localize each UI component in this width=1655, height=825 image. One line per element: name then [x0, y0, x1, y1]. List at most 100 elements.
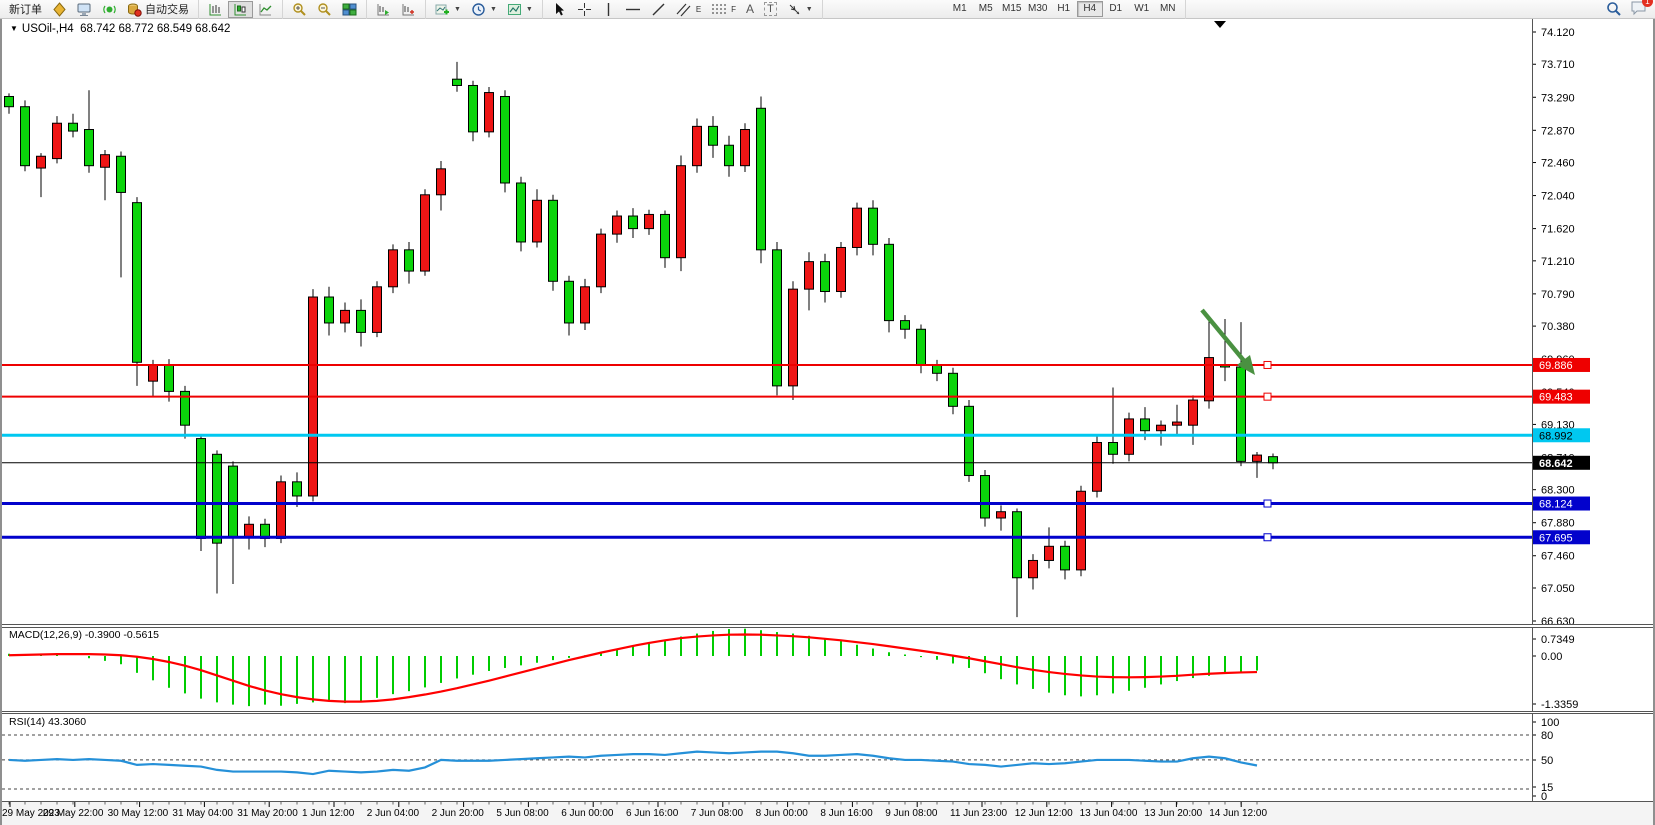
tile-windows-button[interactable] — [337, 1, 362, 18]
search-icon[interactable] — [1606, 1, 1622, 17]
terminal-window-button[interactable] — [72, 1, 97, 18]
bear-candle — [517, 183, 526, 242]
bear-candle — [709, 126, 718, 145]
toolbar-group-objects: E F A T ▼ — [543, 0, 823, 19]
bull-candle — [1029, 560, 1038, 577]
macd-tick-label: 0.00 — [1541, 651, 1562, 663]
horizontal-line-button[interactable] — [620, 1, 646, 18]
price-tick-label: 68.300 — [1541, 485, 1575, 497]
time-axis-label: 5 Jun 08:00 — [496, 808, 548, 819]
auto-scroll-button[interactable] — [371, 1, 396, 18]
timeframe-button-m1[interactable]: M1 — [947, 1, 973, 17]
time-axis-label: 1 Jun 12:00 — [302, 808, 354, 819]
bear-candle — [821, 262, 830, 292]
timeframe-button-h4[interactable]: H4 — [1077, 1, 1103, 17]
timeframe-button-mn[interactable]: MN — [1155, 1, 1181, 17]
bar-chart-button[interactable] — [203, 1, 228, 18]
chart-shift-marker[interactable] — [1214, 21, 1226, 28]
bull-candle — [789, 289, 798, 386]
indicators-button[interactable]: ▼ — [430, 1, 466, 18]
bull-candle — [277, 482, 286, 539]
price-tick-label: 72.460 — [1541, 158, 1575, 170]
timeframe-button-w1[interactable]: W1 — [1129, 1, 1155, 17]
zoom-out-button[interactable] — [312, 1, 337, 18]
price-pane[interactable]: 74.12073.71073.29072.87072.46072.04071.6… — [2, 19, 1653, 625]
bull-candle — [741, 130, 750, 166]
notifications-button[interactable]: 1 — [1630, 0, 1647, 19]
timeframe-button-d1[interactable]: D1 — [1103, 1, 1129, 17]
line-endpoint-marker[interactable] — [1264, 534, 1271, 541]
chart-symbol-period: USOil-,H4 — [22, 23, 74, 35]
template-icon — [507, 2, 522, 17]
new-order-button[interactable]: 新订单 — [4, 1, 47, 18]
trend-arrow-object[interactable] — [1202, 310, 1245, 362]
time-axis-label: 2 Jun 04:00 — [367, 808, 419, 819]
collapse-triangle-icon[interactable]: ▼ — [10, 24, 18, 33]
bear-candle — [229, 466, 238, 537]
rsi-line — [9, 752, 1257, 774]
autotrading-button[interactable]: 自动交易 — [122, 1, 194, 18]
equidistant-channel-button[interactable]: E — [671, 1, 706, 18]
zoom-in-button[interactable] — [287, 1, 312, 18]
bull-candle — [597, 234, 606, 287]
time-axis[interactable]: 29 May 202329 May 22:0030 May 12:0031 Ma… — [2, 801, 1653, 825]
alerts-button[interactable] — [97, 1, 122, 18]
text-label-icon: T — [764, 2, 777, 16]
timeframe-button-m15[interactable]: M15 — [999, 1, 1025, 17]
cursor-arrow-icon — [552, 2, 567, 17]
chart-window: ▼ USOil-,H4 68.742 68.772 68.549 68.642 7… — [0, 19, 1655, 825]
line-price-badge-label: 68.124 — [1539, 499, 1573, 511]
line-endpoint-marker[interactable] — [1264, 500, 1271, 507]
trendline-button[interactable] — [646, 1, 671, 18]
notification-badge: 1 — [1642, 0, 1653, 7]
time-axis-label: 13 Jun 04:00 — [1080, 808, 1138, 819]
crosshair-button[interactable] — [572, 1, 597, 18]
bull-candle — [389, 250, 398, 287]
bear-candle — [725, 145, 734, 165]
bear-candle — [453, 79, 462, 85]
bull-candle — [853, 208, 862, 247]
arrows-button[interactable]: ▼ — [782, 1, 818, 18]
channel-icon — [676, 2, 693, 17]
line-chart-button[interactable] — [253, 1, 278, 18]
bull-candle — [837, 247, 846, 291]
bull-candle — [1093, 443, 1102, 492]
timeframe-button-m30[interactable]: M30 — [1025, 1, 1051, 17]
price-tick-label: 67.880 — [1541, 518, 1575, 530]
time-axis-label: 7 Jun 08:00 — [691, 808, 743, 819]
new-chart-button[interactable] — [47, 1, 72, 18]
bull-candle — [485, 93, 494, 132]
chart-ohlc-values: 68.742 68.772 68.549 68.642 — [80, 23, 230, 35]
line-endpoint-marker[interactable] — [1264, 361, 1271, 368]
line-endpoint-marker[interactable] — [1264, 393, 1271, 400]
templates-button[interactable]: ▼ — [502, 1, 538, 18]
clock-icon — [471, 2, 486, 17]
macd-label: MACD(12,26,9) -0.3900 -0.5615 — [9, 629, 159, 641]
bull-candle — [245, 524, 254, 537]
bear-candle — [165, 365, 174, 391]
chart-shift-button[interactable] — [396, 1, 421, 18]
rsi-pane[interactable]: 1008050150 — [2, 713, 1653, 801]
cursor-button[interactable] — [547, 1, 572, 18]
bull-candle — [341, 310, 350, 323]
vertical-line-button[interactable] — [597, 1, 620, 18]
price-tick-label: 72.870 — [1541, 125, 1575, 137]
time-axis-label: 29 May 22:00 — [43, 808, 104, 819]
candlestick-chart-button[interactable] — [228, 1, 253, 18]
time-axis-label: 8 Jun 16:00 — [820, 808, 872, 819]
tile-windows-icon — [342, 2, 357, 17]
fibonacci-icon — [711, 2, 728, 17]
fibonacci-button[interactable]: F — [706, 1, 741, 18]
text-icon: A — [746, 2, 754, 16]
macd-pane[interactable]: 0.73490.00-1.3359 — [2, 627, 1653, 712]
timeframe-button-m5[interactable]: M5 — [973, 1, 999, 17]
bear-candle — [1269, 457, 1278, 463]
bear-candle — [565, 281, 574, 323]
text-label-button[interactable]: T — [759, 1, 782, 18]
periods-button[interactable]: ▼ — [466, 1, 502, 18]
dropdown-caret: ▼ — [490, 6, 497, 13]
broadcast-icon — [102, 2, 117, 17]
timeframe-button-h1[interactable]: H1 — [1051, 1, 1077, 17]
text-button[interactable]: A — [741, 1, 759, 18]
bear-candle — [661, 214, 670, 257]
